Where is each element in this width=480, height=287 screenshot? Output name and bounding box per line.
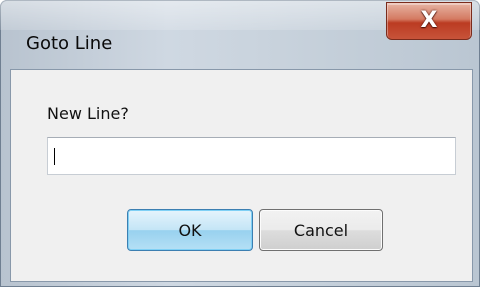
text-caret [54,148,55,165]
close-icon: X [420,8,438,33]
close-button[interactable]: X [386,2,472,40]
cancel-button[interactable]: Cancel [259,209,383,251]
window-title: Goto Line [26,33,113,54]
ok-button[interactable]: OK [127,209,253,251]
new-line-label: New Line? [47,104,129,123]
cancel-button-label: Cancel [293,220,349,240]
line-number-input[interactable] [47,137,456,175]
goto-line-dialog: Goto Line X New Line? OK Cancel [0,0,480,287]
ok-button-label: OK [178,220,202,240]
dialog-client-area: New Line? OK Cancel [10,69,473,282]
